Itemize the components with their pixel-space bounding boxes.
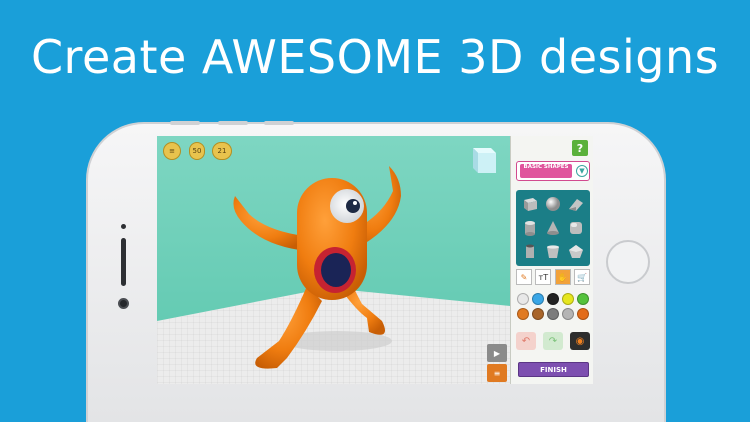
camera-icon[interactable]: ◉ — [570, 332, 590, 350]
coin-menu-badge[interactable]: ≡ — [163, 142, 181, 160]
sphere-shape-icon[interactable] — [542, 193, 563, 215]
color-swatch[interactable] — [576, 308, 589, 320]
color-swatch[interactable] — [546, 293, 559, 305]
view-cube-icon[interactable] — [467, 144, 497, 174]
home-button[interactable] — [606, 240, 650, 284]
play-icon[interactable]: ▶ — [487, 344, 507, 362]
cube-rounded-shape-icon[interactable] — [566, 217, 587, 239]
cup-shape-icon[interactable] — [542, 241, 563, 263]
color-swatch[interactable] — [532, 293, 545, 305]
color-swatch[interactable] — [546, 308, 559, 320]
finish-button[interactable]: FINISH — [518, 362, 589, 377]
headline: Create AWESOME 3D designs — [30, 30, 720, 84]
color-swatch[interactable] — [517, 293, 530, 305]
cone-shape-icon[interactable] — [542, 217, 563, 239]
cart-icon[interactable]: 🛒 — [573, 269, 590, 285]
camera-lens-icon — [118, 298, 129, 309]
undo-icon[interactable]: ↶ — [516, 332, 536, 350]
text-icon[interactable]: ᴛT — [535, 269, 552, 285]
layers-icon[interactable]: ≡ — [487, 364, 507, 382]
app-screen: ≡ 50 21 ▶ ≡ ? BASIC SHAPES ▼ ✎ ᴛT ✋ 🛒 ↶ … — [157, 136, 593, 384]
shape-palette — [516, 190, 590, 266]
3d-viewport[interactable]: ≡ 50 21 ▶ ≡ — [157, 136, 510, 384]
redo-icon[interactable]: ↷ — [543, 332, 563, 350]
hand-icon[interactable]: ✋ — [554, 269, 571, 285]
category-selector[interactable]: BASIC SHAPES ▼ — [516, 161, 590, 181]
color-swatch[interactable] — [517, 308, 530, 320]
sensor-icon — [121, 224, 126, 229]
gem-shape-icon[interactable] — [566, 241, 587, 263]
points-badge: 21 — [212, 142, 232, 160]
cube-shape-icon[interactable] — [519, 193, 540, 215]
tool-panel: ? BASIC SHAPES ▼ ✎ ᴛT ✋ 🛒 ↶ ↷ ◉ FINISH — [510, 136, 593, 384]
tool-row: ✎ ᴛT ✋ 🛒 — [516, 269, 590, 287]
color-swatch[interactable] — [561, 308, 574, 320]
color-swatch[interactable] — [576, 293, 589, 305]
menu-icon: ≡ — [169, 147, 175, 155]
cylinder-shape-icon[interactable] — [519, 217, 540, 239]
color-swatch[interactable] — [561, 293, 574, 305]
speaker-icon — [121, 238, 126, 286]
action-row: ↶ ↷ ◉ — [516, 332, 590, 350]
help-button[interactable]: ? — [572, 140, 588, 156]
color-palette — [516, 293, 590, 320]
scene-canvas — [157, 166, 510, 384]
pencil-icon[interactable]: ✎ — [516, 269, 532, 285]
phone-volume-button — [218, 121, 248, 125]
phone-volume-button — [170, 121, 200, 125]
tube-shape-icon[interactable] — [519, 241, 540, 263]
color-swatch[interactable] — [532, 308, 545, 320]
wedge-shape-icon[interactable] — [566, 193, 587, 215]
category-label: BASIC SHAPES — [520, 164, 572, 178]
chevron-down-icon[interactable]: ▼ — [576, 165, 588, 177]
phone-power-button — [264, 121, 294, 125]
level-badge: 50 — [189, 142, 205, 160]
